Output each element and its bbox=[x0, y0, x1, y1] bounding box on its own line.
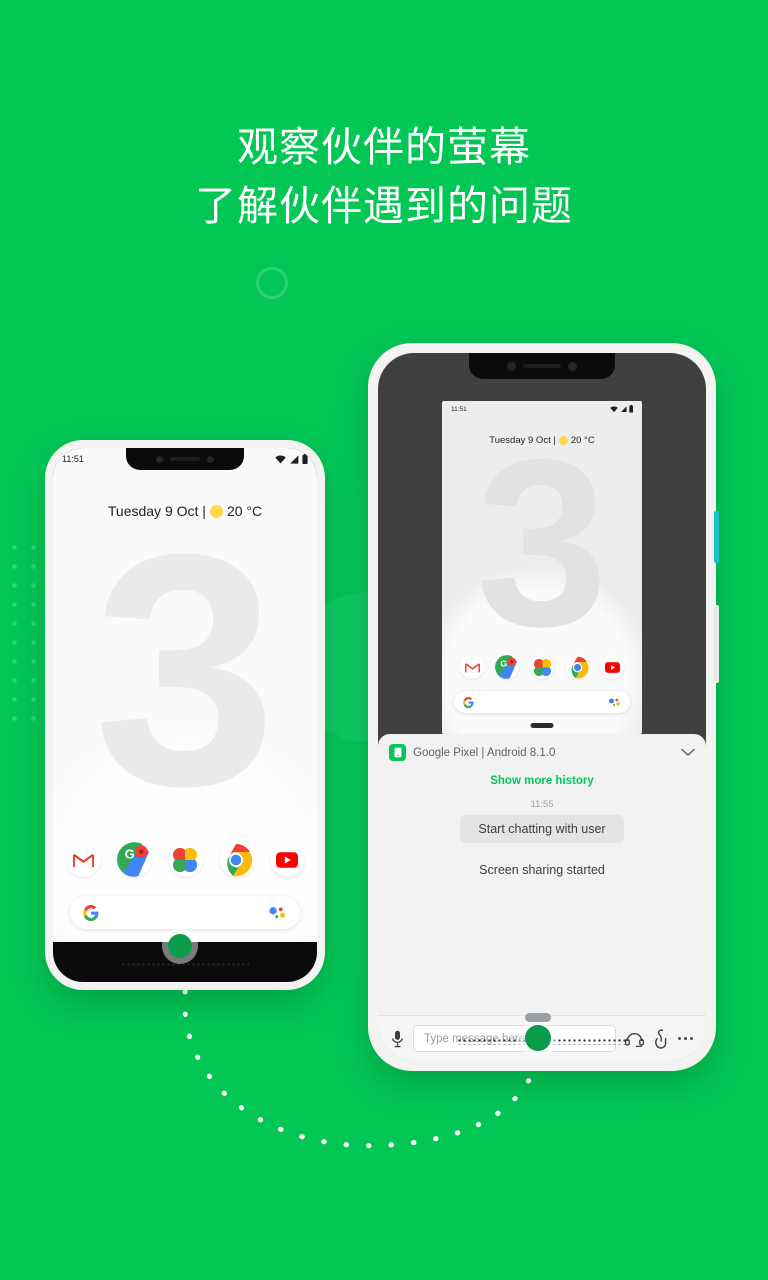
phone-bezel: 11:51 3 Tuesday 9 Oct | bbox=[53, 448, 317, 982]
app-dock: G bbox=[53, 842, 317, 877]
earpiece-speaker bbox=[523, 364, 561, 368]
hand-pointer-icon[interactable] bbox=[653, 1028, 669, 1049]
device-phone-icon bbox=[389, 744, 406, 761]
google-maps-icon: G bbox=[116, 842, 152, 877]
front-camera-secondary-icon bbox=[568, 361, 577, 371]
chrome-icon bbox=[566, 656, 588, 678]
chat-message-bubble[interactable]: Start chatting with user bbox=[460, 815, 624, 843]
google-g-icon bbox=[83, 904, 99, 921]
customer-phone: 11:51 3 Tuesday 9 Oct | 20 °C G bbox=[45, 440, 325, 990]
power-button[interactable] bbox=[714, 511, 719, 563]
app-icon-chrome[interactable] bbox=[218, 842, 254, 877]
svg-text:G: G bbox=[500, 658, 507, 668]
app-icon-youtube[interactable] bbox=[600, 655, 624, 679]
phone-bezel: 11:51 3 Tuesday 9 Oct | bbox=[378, 353, 706, 1061]
wifi-icon bbox=[275, 455, 286, 463]
mirrored-temperature-text: 20 °C bbox=[570, 435, 595, 446]
gmail-icon bbox=[464, 662, 480, 673]
phone-notch bbox=[126, 448, 244, 470]
microphone-icon[interactable] bbox=[391, 1030, 404, 1048]
youtube-icon bbox=[604, 661, 620, 673]
show-more-history-link[interactable]: Show more history bbox=[378, 769, 706, 799]
system-message: Screen sharing started bbox=[479, 863, 605, 877]
google-g-icon bbox=[463, 696, 474, 708]
agent-home-indicator[interactable] bbox=[525, 1013, 551, 1022]
google-maps-icon: G bbox=[495, 655, 519, 679]
signal-icon bbox=[620, 406, 627, 412]
wallpaper-numeral: 3 bbox=[93, 485, 277, 854]
device-title: Google Pixel | Android 8.1.0 bbox=[413, 746, 556, 759]
mirrored-app-dock: G bbox=[442, 655, 642, 679]
mirrored-status-icons bbox=[609, 405, 634, 413]
agent-phone: 11:51 3 Tuesday 9 Oct | 20 °C G Google P… bbox=[368, 343, 719, 1071]
earpiece-speaker bbox=[170, 457, 200, 461]
phone-glyph-icon bbox=[394, 747, 401, 758]
app-icon-chrome[interactable] bbox=[565, 655, 589, 679]
date-weather-widget[interactable]: Tuesday 9 Oct | 20 °C bbox=[53, 503, 317, 519]
mirrored-google-search-bar[interactable] bbox=[454, 691, 630, 713]
temperature-text: 20 °C bbox=[226, 503, 263, 519]
google-search-bar[interactable] bbox=[70, 896, 300, 929]
app-icon-photos[interactable] bbox=[167, 842, 203, 877]
headline-line-2: 了解伙伴遇到的问题 bbox=[195, 183, 573, 230]
app-icon-maps[interactable]: G bbox=[116, 842, 152, 877]
phone-notch bbox=[469, 353, 615, 379]
customer-home-screen: 11:51 3 Tuesday 9 Oct | 20 °C G bbox=[53, 448, 317, 942]
weather-sun-icon bbox=[558, 436, 568, 445]
battery-icon bbox=[302, 454, 308, 464]
headset-icon[interactable] bbox=[624, 1030, 644, 1047]
mirrored-status-time: 11:51 bbox=[451, 405, 467, 413]
mirrored-date-text: Tuesday 9 Oct | bbox=[489, 435, 556, 446]
youtube-icon bbox=[276, 851, 298, 868]
gmail-icon bbox=[72, 853, 94, 867]
headline-line-1: 观察伙伴的萤幕 bbox=[237, 124, 531, 170]
signal-icon bbox=[290, 454, 299, 464]
date-text: Tuesday 9 Oct | bbox=[107, 503, 206, 519]
chrome-icon bbox=[219, 843, 253, 876]
google-photos-icon bbox=[173, 847, 197, 872]
google-assistant-icon bbox=[269, 906, 286, 918]
weather-sun-icon bbox=[209, 504, 223, 518]
status-bar-time: 11:51 bbox=[62, 454, 84, 464]
chat-panel-header[interactable]: Google Pixel | Android 8.1.0 bbox=[378, 734, 706, 769]
app-icon-gmail[interactable] bbox=[460, 655, 484, 679]
volume-button[interactable] bbox=[714, 605, 719, 683]
page-title: 观察伙伴的萤幕 了解伙伴遇到的问题 bbox=[0, 118, 768, 237]
customer-touch-indicator bbox=[168, 934, 192, 958]
mirrored-remote-screen: 11:51 3 Tuesday 9 Oct | 20 °C G bbox=[442, 401, 642, 734]
app-icon-gmail[interactable] bbox=[65, 842, 101, 877]
circle-ring-decoration bbox=[256, 267, 288, 299]
svg-text:G: G bbox=[124, 848, 134, 862]
mirrored-home-indicator[interactable] bbox=[530, 723, 554, 728]
google-assistant-icon bbox=[609, 698, 620, 706]
more-options-icon[interactable] bbox=[677, 1036, 693, 1041]
agent-touch-indicator bbox=[525, 1025, 551, 1051]
chevron-down-icon[interactable] bbox=[681, 748, 695, 757]
front-camera-secondary-icon bbox=[207, 455, 214, 463]
message-timestamp: 11:55 bbox=[530, 799, 554, 810]
google-photos-icon bbox=[533, 658, 551, 676]
wifi-icon bbox=[609, 406, 618, 412]
chat-panel: Google Pixel | Android 8.1.0 Show more h… bbox=[378, 734, 706, 1061]
status-bar-icons bbox=[275, 454, 308, 464]
battery-icon bbox=[628, 405, 633, 413]
app-icon-photos[interactable] bbox=[530, 655, 554, 679]
mirrored-date-weather: Tuesday 9 Oct | 20 °C bbox=[442, 435, 642, 446]
app-icon-maps[interactable]: G bbox=[495, 655, 519, 679]
front-camera-icon bbox=[507, 361, 516, 371]
wallpaper-numeral: 3 bbox=[475, 411, 609, 676]
app-icon-youtube[interactable] bbox=[269, 842, 305, 877]
front-camera-icon bbox=[156, 455, 163, 463]
